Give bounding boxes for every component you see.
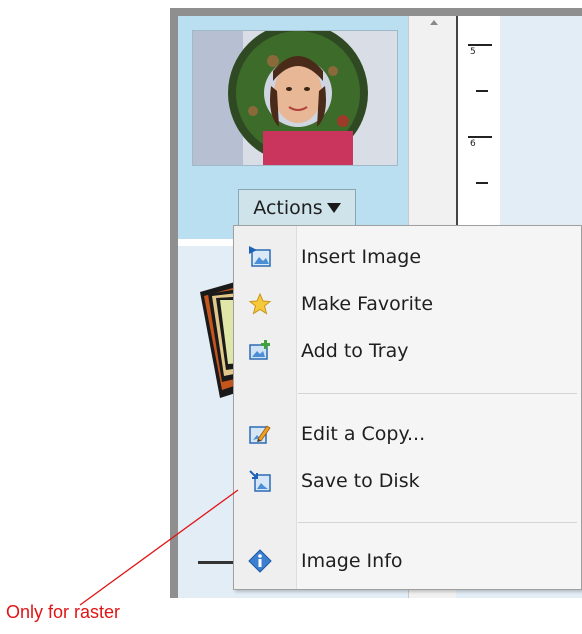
actions-button-label: Actions (253, 196, 323, 219)
menu-item-label: Add to Tray (301, 340, 409, 362)
menu-item-label: Insert Image (301, 246, 422, 268)
menu-item-image-info[interactable]: Image Info (234, 541, 581, 581)
menu-separator (298, 522, 577, 523)
ruler-tick (468, 136, 492, 138)
menu-item-add-to-tray[interactable]: Add to Tray (234, 331, 581, 371)
menu-item-label: Edit a Copy... (301, 423, 426, 445)
edit-copy-icon (249, 425, 271, 444)
ruler-tick (476, 90, 488, 92)
ruler: 5 6 (456, 16, 500, 236)
menu-item-insert-image[interactable]: Insert Image (234, 237, 581, 277)
ruler-tick (468, 44, 492, 46)
menu-separator (298, 393, 577, 394)
menu-item-label: Image Info (301, 550, 403, 572)
star-icon (248, 292, 272, 315)
menu-item-label: Make Favorite (301, 293, 434, 315)
info-icon (248, 549, 272, 573)
menu-item-save-to-disk[interactable]: Save to Disk (234, 461, 581, 501)
photo-thumbnail[interactable] (192, 23, 398, 166)
menu-item-make-favorite[interactable]: Make Favorite (234, 284, 581, 324)
actions-button[interactable]: Actions (238, 189, 356, 225)
insert-image-icon (249, 246, 271, 267)
actions-menu: Insert Image Make Favorite Add to Tray E… (233, 225, 582, 590)
ruler-mark: 5 (470, 47, 476, 57)
menu-icon-gutter (234, 226, 297, 589)
wreath-photo-image (193, 23, 397, 165)
menu-item-edit-a-copy[interactable]: Edit a Copy... (234, 414, 581, 454)
ruler-mark: 6 (470, 139, 476, 149)
callout-annotation: Only for raster (6, 602, 121, 622)
ruler-tick (476, 182, 488, 184)
save-to-disk-icon (249, 470, 271, 492)
menu-item-label: Save to Disk (301, 470, 420, 492)
add-to-tray-icon (249, 340, 270, 360)
dropdown-arrow-icon (326, 202, 341, 213)
scroll-up-icon[interactable] (430, 20, 438, 25)
